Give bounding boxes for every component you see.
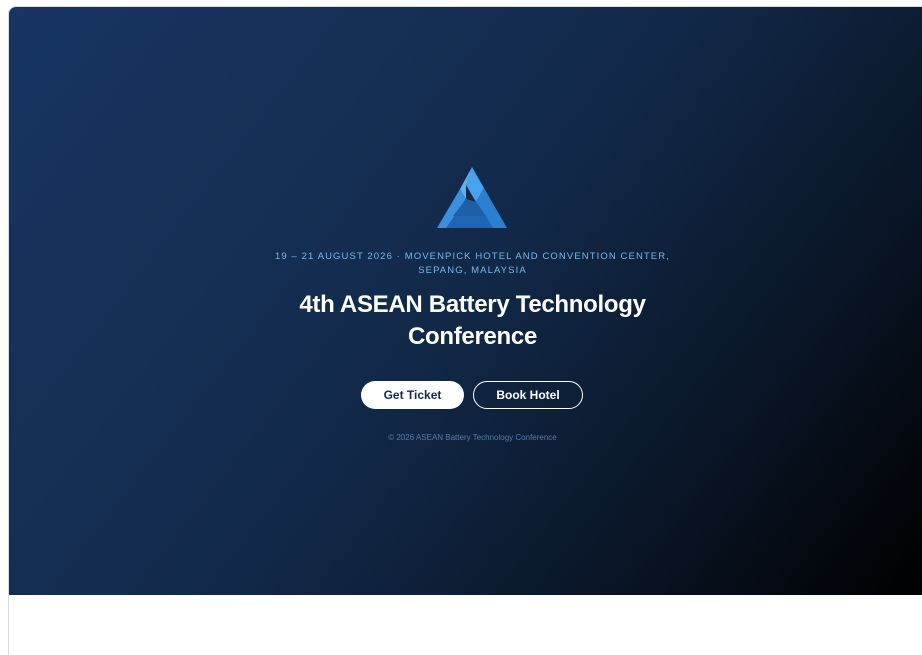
hero-content: 19 – 21 AUGUST 2026 · MOVENPICK HOTEL AN…	[9, 7, 922, 595]
hero-section: 19 – 21 AUGUST 2026 · MOVENPICK HOTEL AN…	[9, 7, 922, 595]
get-ticket-button[interactable]: Get Ticket	[361, 381, 464, 409]
browser-viewport: 19 – 21 AUGUST 2026 · MOVENPICK HOTEL AN…	[8, 6, 922, 655]
copyright-text: © 2026 ASEAN Battery Technology Conferen…	[388, 433, 557, 442]
book-hotel-button[interactable]: Book Hotel	[473, 381, 583, 409]
event-date-location: 19 – 21 AUGUST 2026 · MOVENPICK HOTEL AN…	[275, 251, 670, 276]
triangle-logo-icon	[437, 167, 507, 228]
page-title: 4th ASEAN Battery Technology Conference	[299, 291, 646, 350]
